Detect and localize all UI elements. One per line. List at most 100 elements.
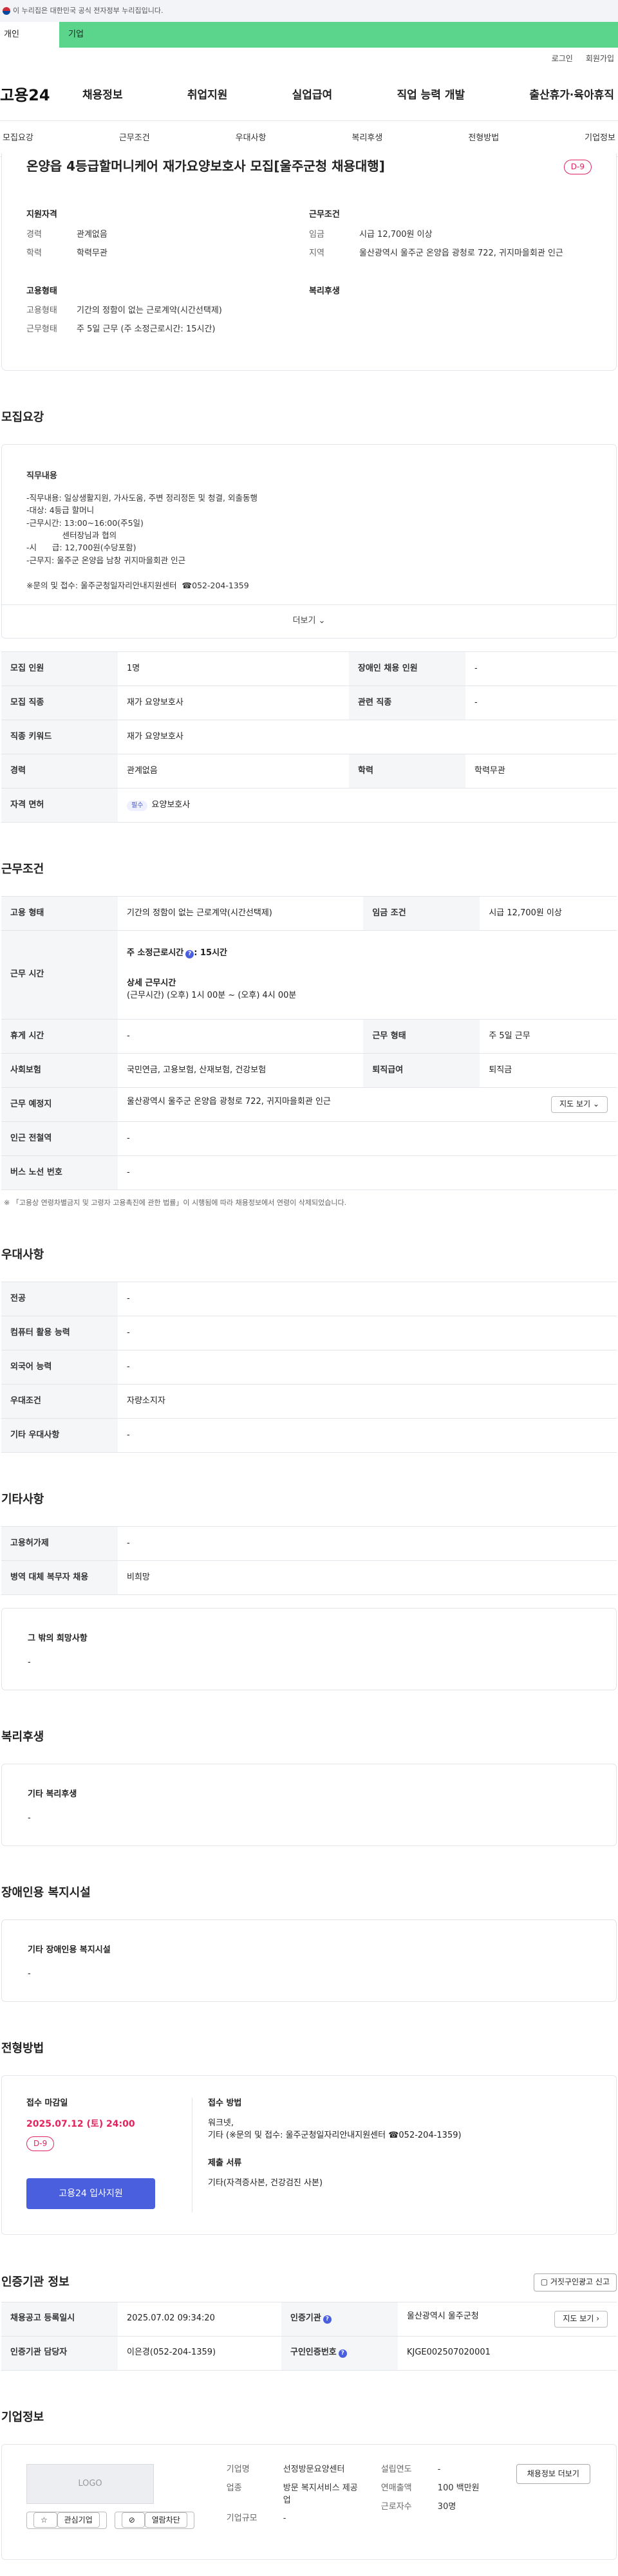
block-button[interactable]: ⊘ 열람차단	[114, 2511, 194, 2530]
table-row: 자격 면허 필수 요양보호사	[1, 788, 617, 823]
qual-heading: 지원자격	[26, 210, 57, 219]
favorite-button[interactable]: ☆ 관심기업	[26, 2511, 107, 2530]
table-row: 고용 형태 기간의 정함이 없는 근로계약(시간선택제) 임금 조건 시급 12…	[1, 896, 617, 931]
tab-person[interactable]: 개인	[0, 22, 59, 48]
co-staff-label: 근로자수	[380, 2501, 412, 2512]
global-nav: 고용24 채용정보 취업지원 실업급여 직업 능력 개발 출산휴가·육아휴직	[0, 71, 618, 121]
worktype-value: 주 5일 근무	[480, 1019, 617, 1054]
work-value: 주 5일 근무 (주 소정근로시간: 15시간)	[77, 324, 216, 335]
gov-banner-text: 이 누리집은 대한민국 공식 전자정부 누리집입니다.	[13, 6, 164, 15]
report-button[interactable]: ▢ 거짓구인광고 신고	[533, 2273, 617, 2291]
page: 이 누리집은 대한민국 공식 전자정부 누리집입니다. 개인 기업 로그인 회원…	[0, 0, 618, 2576]
gnb-item-jobs[interactable]: 채용정보	[82, 88, 123, 104]
gnb-item-support[interactable]: 취업지원	[187, 88, 228, 104]
apply-card: 접수 마감일 2025.07.12 (토) 24:00 D-9 고용24 입사지…	[1, 2075, 617, 2235]
gnb-item-training[interactable]: 직업 능력 개발	[397, 88, 465, 104]
section-pref-title: 우대사항	[1, 1247, 44, 1262]
manager-value: 이은경(052-204-1359)	[118, 2336, 281, 2371]
info-icon[interactable]: ?	[338, 2349, 347, 2358]
signup-link[interactable]: 회원가입	[586, 53, 614, 64]
table-row: 병역 대체 복무자 채용 비희망	[1, 1560, 617, 1596]
more-button[interactable]: 더보기 ⌄	[2, 604, 616, 638]
retire-value: 퇴직금	[480, 1053, 617, 1088]
company-logo: LOGO	[26, 2463, 154, 2504]
gnb-item-unemployment[interactable]: 실업급여	[292, 88, 333, 104]
emp-value: 기간의 정함이 없는 근로계약(시간선택제)	[77, 306, 222, 316]
block-label: 열람차단	[144, 2512, 187, 2528]
table-row: 휴게 시간 - 근무 형태 주 5일 근무	[1, 1019, 617, 1054]
co-name-label: 기업명	[226, 2464, 250, 2474]
table-row: 전공 -	[1, 1282, 617, 1317]
pref-value: -	[118, 1350, 617, 1385]
gnb-item-leave[interactable]: 출산휴가·육아휴직	[529, 88, 614, 104]
time-label: 근무 시간	[1, 930, 118, 1020]
tab-company[interactable]: 기업정보	[582, 133, 618, 145]
site-logo[interactable]: 고용24	[0, 84, 82, 107]
table-row: 컴퓨터 활용 능력 -	[1, 1316, 617, 1351]
org-map-button[interactable]: 지도 보기 ›	[554, 2311, 608, 2328]
table-row: 모집 인원 1명 장애인 채용 인원 -	[1, 651, 617, 686]
method-value: 워크넷,	[208, 2118, 234, 2129]
org-label: 인증기관	[290, 2313, 321, 2324]
tab-welfare[interactable]: 복리후생	[349, 133, 385, 145]
wage-label: 임금	[309, 229, 324, 239]
pref-value: -	[118, 1418, 617, 1453]
job-value: 재가 요양보호사	[118, 686, 349, 720]
co-year-value: -	[437, 2464, 441, 2474]
table-row: 사회보험 국민연금, 고용보험, 산재보험, 건강보험 퇴직급여 퇴직금	[1, 1053, 617, 1088]
tab-apply[interactable]: 전형방법	[465, 133, 501, 145]
id-label-cell: 구인인증번호?	[281, 2336, 398, 2371]
area-value: 울산광역시 울주군 온양읍 광청로 722, 귀지마을회관 인근	[359, 248, 563, 258]
work-label: 근무형태	[26, 324, 57, 335]
job-summary-card: 온양읍 4등급할머니케어 재가요양보호사 모집[울주군청 채용대행] D-9 지…	[1, 153, 617, 371]
section-org-title: 인증기관 정보	[1, 2275, 70, 2290]
retire-label: 퇴직급여	[363, 1053, 480, 1088]
tab-conditions[interactable]: 근무조건	[117, 133, 153, 145]
tab-business[interactable]: 기업	[59, 22, 618, 48]
login-link[interactable]: 로그인	[552, 53, 573, 64]
emp-label: 고용형태	[26, 306, 57, 316]
insurance-label: 사회보험	[1, 1053, 118, 1088]
detail-heading: 상세 근무시간	[127, 978, 176, 989]
map-button[interactable]: 지도 보기 ⌄	[551, 1096, 608, 1113]
place-value: 울산광역시 울주군 온양읍 광청로 722, 귀지마을회관 인근	[127, 1097, 331, 1107]
wage-value: 시급 12,700원 이상	[480, 896, 617, 931]
time-cell: 주 소정근로시간?: 15시간 상세 근무시간 (근무시간) (오후) 1시 0…	[118, 930, 617, 1020]
duty-text: -직무내용: 일상생활지원, 가사도움, 주변 정리정돈 및 청결, 외출동행 …	[26, 492, 258, 590]
org-table: 채용공고 등록일시 2025.07.02 09:34:20 인증기관? 울산광역…	[1, 2301, 617, 2371]
co-staff-value: 30명	[437, 2501, 456, 2512]
welfare-card-heading: 기타 복리후생	[28, 1789, 77, 1800]
edu-label: 학력	[348, 754, 465, 789]
disabled-label: 장애인 채용 인원	[348, 651, 465, 686]
pref-label: 기타 우대사항	[1, 1418, 118, 1453]
duty-heading: 직무내용	[26, 471, 57, 481]
tab-recruit[interactable]: 모집요강	[0, 133, 36, 145]
chevron-down-icon: ⌄	[318, 616, 326, 626]
co-revenue-label: 연매출액	[380, 2483, 412, 2493]
apply-button[interactable]: 고용24 입사지원	[26, 2178, 155, 2209]
favorite-label: 관심기업	[57, 2512, 100, 2528]
block-icon: ⊘	[121, 2512, 145, 2528]
required-badge: 필수	[127, 800, 148, 812]
info-icon[interactable]: ?	[323, 2315, 332, 2324]
org-label-cell: 인증기관?	[281, 2301, 398, 2337]
license-label: 자격 면허	[1, 788, 118, 823]
table-row: 버스 노선 번호 -	[1, 1155, 617, 1191]
section-company-title: 기업정보	[1, 2410, 44, 2424]
table-row: 고용허가제 -	[1, 1526, 617, 1562]
duty-card: 직무내용 -직무내용: 일상생활지원, 가사도움, 주변 정리정돈 및 청결, …	[1, 444, 617, 639]
gnb-menu: 채용정보 취업지원 실업급여 직업 능력 개발 출산휴가·육아휴직	[82, 88, 618, 104]
info-icon[interactable]: ?	[185, 950, 194, 959]
company-jobs-button[interactable]: 채용정보 더보기	[516, 2463, 590, 2485]
tab-preference[interactable]: 우대사항	[233, 133, 269, 145]
section-welfare-title: 복리후생	[1, 1730, 44, 1744]
org-value: 울산광역시 울주군청	[406, 2311, 479, 2322]
section-disabled-title: 장애인용 복지시설	[1, 1886, 91, 1900]
worktype-label: 근무 형태	[363, 1019, 480, 1054]
co-industry-value: 방문 복지서비스 제공업	[283, 2483, 358, 2505]
welfare-card-value: -	[28, 1813, 31, 1824]
method-value-2: 기타 (※문의 및 접수: 울주군청일자리안내지원센터 ☎052-204-135…	[208, 2131, 462, 2141]
bus-label: 버스 노선 번호	[1, 1155, 118, 1191]
section-cond-title: 근무조건	[1, 862, 44, 876]
disabled-card: 기타 장애인용 복지시설 -	[1, 1919, 617, 2002]
